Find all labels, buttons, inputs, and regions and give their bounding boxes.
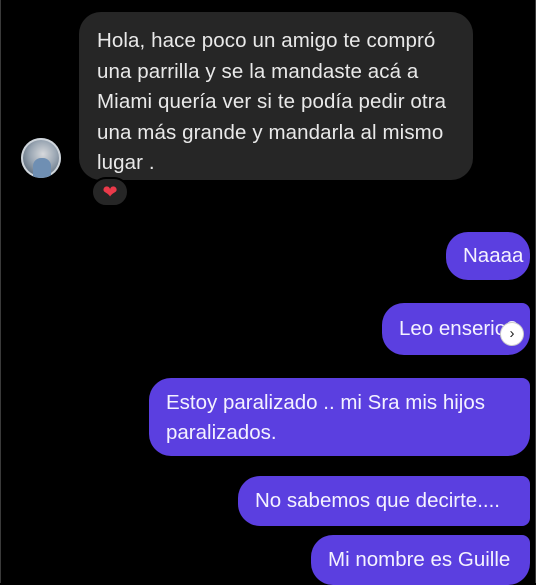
outgoing-message-text: No sabemos que decirte.... (255, 489, 500, 512)
incoming-message-bubble[interactable]: Hola, hace poco un amigo te compró una p… (79, 12, 473, 180)
heart-reaction[interactable]: ❤ (91, 177, 129, 207)
outgoing-message-text: Estoy paralizado .. mi Sra mis hijos par… (166, 391, 486, 444)
outgoing-message-bubble[interactable]: Naaaa (446, 232, 530, 280)
heart-icon: ❤ (102, 182, 118, 202)
outgoing-message-text: Leo enserio? (399, 317, 518, 340)
outgoing-message-text: Mi nombre es Guille (328, 548, 511, 571)
chevron-right-icon[interactable]: › (501, 323, 523, 345)
outgoing-message-bubble[interactable]: Mi nombre es Guille (311, 535, 530, 585)
chat-thread: Hola, hace poco un amigo te compró una p… (0, 0, 536, 585)
incoming-message-text: Hola, hace poco un amigo te compró una p… (97, 29, 447, 174)
outgoing-message-text: Naaaa (463, 244, 524, 267)
sender-avatar[interactable] (21, 138, 61, 178)
outgoing-message-bubble[interactable]: No sabemos que decirte.... (238, 476, 530, 526)
outgoing-message-bubble[interactable]: Estoy paralizado .. mi Sra mis hijos par… (149, 378, 530, 456)
